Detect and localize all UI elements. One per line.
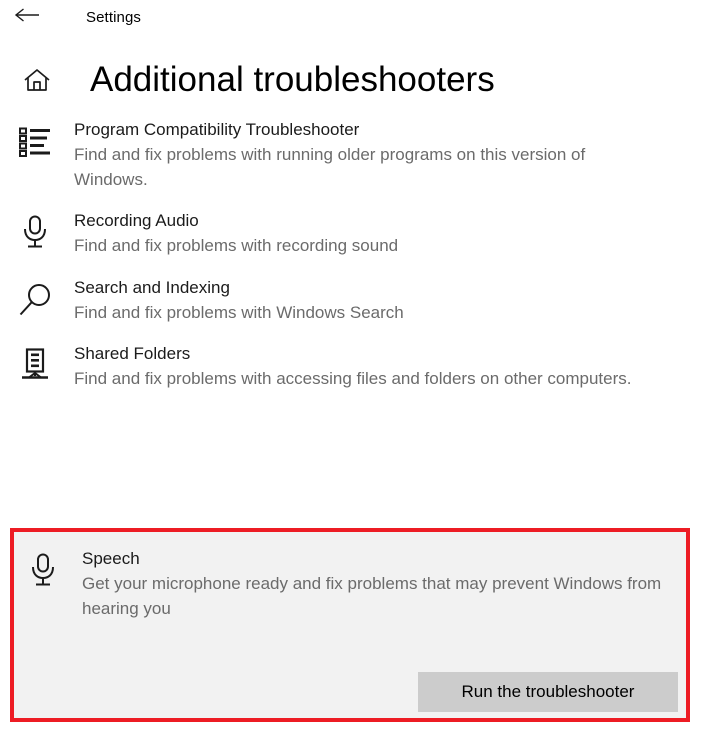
- troubleshooter-item-recording-audio[interactable]: Recording Audio Find and fix problems wi…: [0, 210, 701, 259]
- list-icon: [14, 121, 56, 163]
- home-icon[interactable]: [20, 63, 54, 97]
- page-title: Additional troubleshooters: [90, 60, 495, 99]
- troubleshooter-description: Find and fix problems with running older…: [74, 144, 586, 189]
- troubleshooter-text: Search and Indexing Find and fix problem…: [74, 277, 681, 326]
- back-button[interactable]: [14, 6, 44, 28]
- speech-card-content: Speech Get your microphone ready and fix…: [14, 532, 686, 621]
- app-title-label: Settings: [86, 8, 141, 26]
- speech-description: Get your microphone ready and fix proble…: [82, 573, 662, 618]
- troubleshooter-description: Find and fix problems with accessing fil…: [74, 369, 632, 389]
- microphone-icon: [22, 550, 64, 592]
- page-header: Additional troubleshooters: [0, 62, 701, 97]
- troubleshooter-item-shared-folders[interactable]: Shared Folders Find and fix problems wit…: [0, 343, 701, 392]
- speech-text: Speech Get your microphone ready and fix…: [82, 548, 670, 621]
- speech-title: Speech: [82, 549, 140, 568]
- server-network-icon: [14, 345, 56, 387]
- troubleshooter-title: Recording Audio: [74, 211, 199, 231]
- troubleshooter-item-program-compatibility[interactable]: Program Compatibility Troubleshooter Fin…: [0, 119, 701, 192]
- troubleshooter-list: Program Compatibility Troubleshooter Fin…: [0, 119, 701, 392]
- troubleshooter-text: Shared Folders Find and fix problems wit…: [74, 343, 681, 392]
- troubleshooter-item-search-indexing[interactable]: Search and Indexing Find and fix problem…: [0, 277, 701, 326]
- microphone-icon: [14, 212, 56, 254]
- speech-action-row: Run the troubleshooter: [418, 672, 682, 712]
- troubleshooter-description: Find and fix problems with recording sou…: [74, 236, 399, 256]
- troubleshooter-description: Find and fix problems with Windows Searc…: [74, 302, 404, 322]
- run-troubleshooter-button[interactable]: Run the troubleshooter: [418, 672, 678, 712]
- troubleshooter-title: Search and Indexing: [74, 277, 230, 297]
- troubleshooter-text: Program Compatibility Troubleshooter Fin…: [74, 119, 681, 192]
- troubleshooter-title: Shared Folders: [74, 344, 191, 364]
- title-bar: Settings: [0, 0, 701, 34]
- back-arrow-icon: [14, 7, 40, 28]
- troubleshooter-text: Recording Audio Find and fix problems wi…: [74, 210, 681, 259]
- troubleshooter-title: Program Compatibility Troubleshooter: [74, 120, 360, 139]
- speech-troubleshooter-card[interactable]: Speech Get your microphone ready and fix…: [10, 528, 690, 722]
- search-icon: [14, 279, 56, 321]
